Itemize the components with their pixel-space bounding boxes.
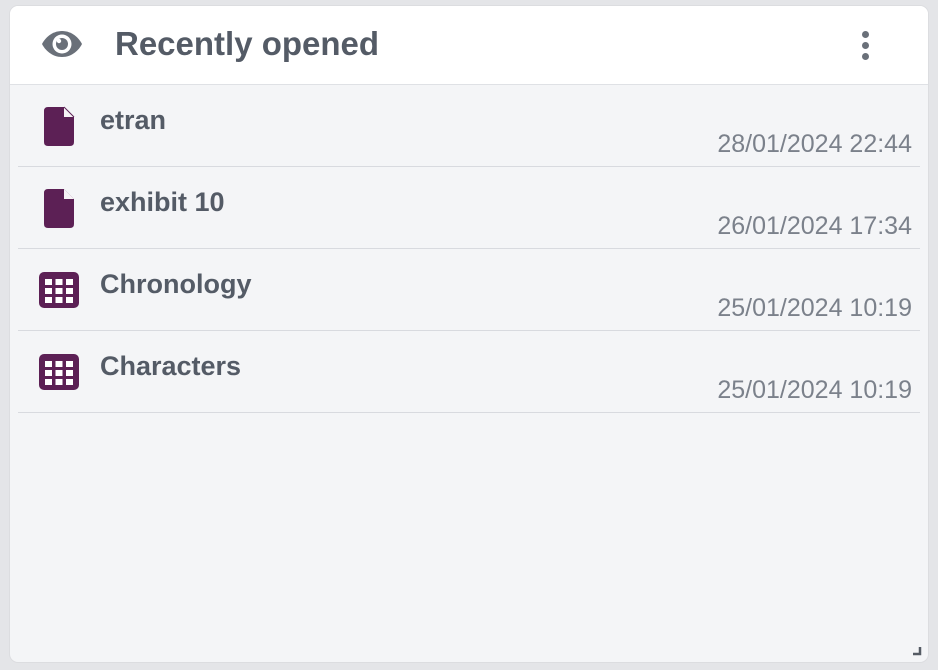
recent-items-list: etran 28/01/2024 22:44 exhibit 10 26/01/… bbox=[18, 85, 920, 413]
recently-opened-widget: Recently opened etran 28/01/2024 22:44 e… bbox=[10, 6, 928, 662]
list-item[interactable]: Characters 25/01/2024 10:19 bbox=[18, 331, 920, 413]
table-grid-icon bbox=[39, 354, 79, 390]
item-date: 26/01/2024 17:34 bbox=[717, 212, 912, 240]
item-name: Characters bbox=[100, 351, 242, 381]
item-date: 25/01/2024 10:19 bbox=[717, 294, 912, 322]
resize-handle-icon[interactable] bbox=[912, 646, 922, 656]
list-item[interactable]: exhibit 10 26/01/2024 17:34 bbox=[18, 167, 920, 249]
eye-icon bbox=[42, 31, 82, 57]
item-date: 25/01/2024 10:19 bbox=[717, 376, 912, 404]
item-name: Chronology bbox=[100, 269, 252, 299]
kebab-menu-icon[interactable] bbox=[852, 28, 880, 62]
widget-header: Recently opened bbox=[10, 6, 928, 85]
document-icon bbox=[44, 189, 74, 228]
item-name: exhibit 10 bbox=[100, 187, 225, 217]
list-item[interactable]: Chronology 25/01/2024 10:19 bbox=[18, 249, 920, 331]
table-grid-icon bbox=[39, 272, 79, 308]
widget-title: Recently opened bbox=[115, 25, 380, 62]
list-item[interactable]: etran 28/01/2024 22:44 bbox=[18, 85, 920, 167]
item-date: 28/01/2024 22:44 bbox=[717, 130, 912, 158]
document-icon bbox=[44, 106, 75, 146]
item-name: etran bbox=[100, 105, 167, 135]
